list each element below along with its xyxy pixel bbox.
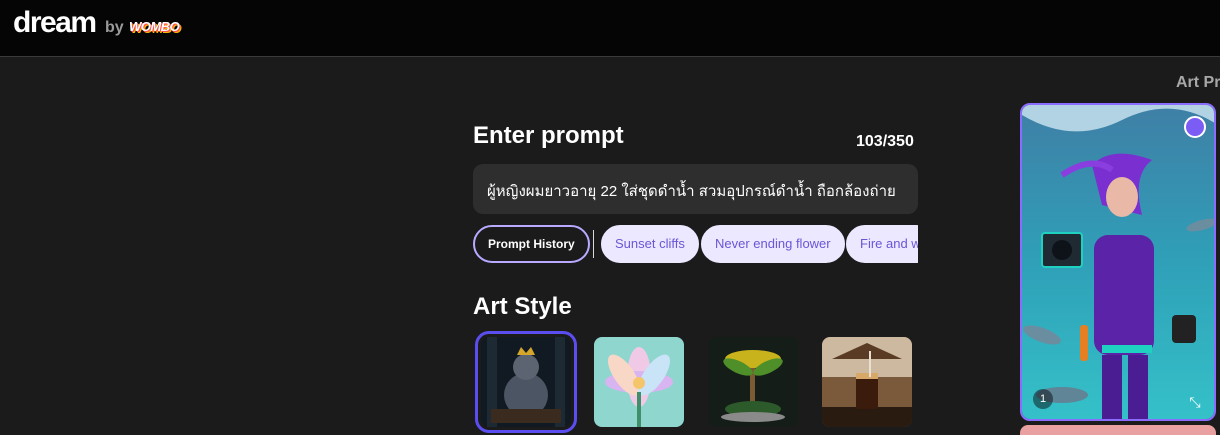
prompt-suggestions: Prompt History Sunset cliffs Never endin…	[473, 224, 918, 264]
prompt-history-button[interactable]: Prompt History	[473, 225, 590, 263]
art-style-drink[interactable]	[822, 337, 912, 427]
by-label: by	[105, 19, 124, 36]
suggestion-chip-sunset-cliffs[interactable]: Sunset cliffs	[601, 225, 699, 263]
flower-image	[594, 337, 684, 427]
art-style-cat-king[interactable]	[475, 331, 577, 433]
art-style-flower[interactable]	[594, 337, 684, 427]
next-artwork-preview[interactable]	[1020, 425, 1216, 435]
prompt-input[interactable]: ผู้หญิงผมยาวอายุ 22 ใส่ชุดดำน้ำ สวมอุปกร…	[473, 164, 918, 214]
cat-king-image	[481, 337, 571, 427]
wombo-logo[interactable]: WOMBO	[129, 19, 180, 34]
select-circle-icon[interactable]	[1184, 116, 1206, 138]
expand-icon[interactable]: ⤡	[1186, 393, 1204, 411]
prompt-character-counter: 103/350	[856, 133, 914, 150]
artwork-index-badge: 1	[1033, 389, 1053, 409]
artwork-preview[interactable]: 1 ⤡	[1020, 103, 1216, 421]
enter-prompt-heading: Enter prompt	[473, 122, 624, 149]
top-bar: dream by WOMBO	[0, 0, 1220, 57]
dream-logo[interactable]: dream	[13, 6, 97, 40]
art-style-heading: Art Style	[473, 293, 572, 320]
diver-artwork-image	[1022, 105, 1214, 419]
art-style-palm[interactable]	[708, 337, 798, 427]
drink-image	[822, 337, 912, 427]
art-preferences-label: Art Pre	[1176, 74, 1220, 91]
suggestion-chip-never-ending-flower[interactable]: Never ending flower	[701, 225, 845, 263]
palm-image	[708, 337, 798, 427]
chip-divider	[593, 230, 594, 258]
suggestion-chip-fire-and-water[interactable]: Fire and w	[846, 225, 918, 263]
